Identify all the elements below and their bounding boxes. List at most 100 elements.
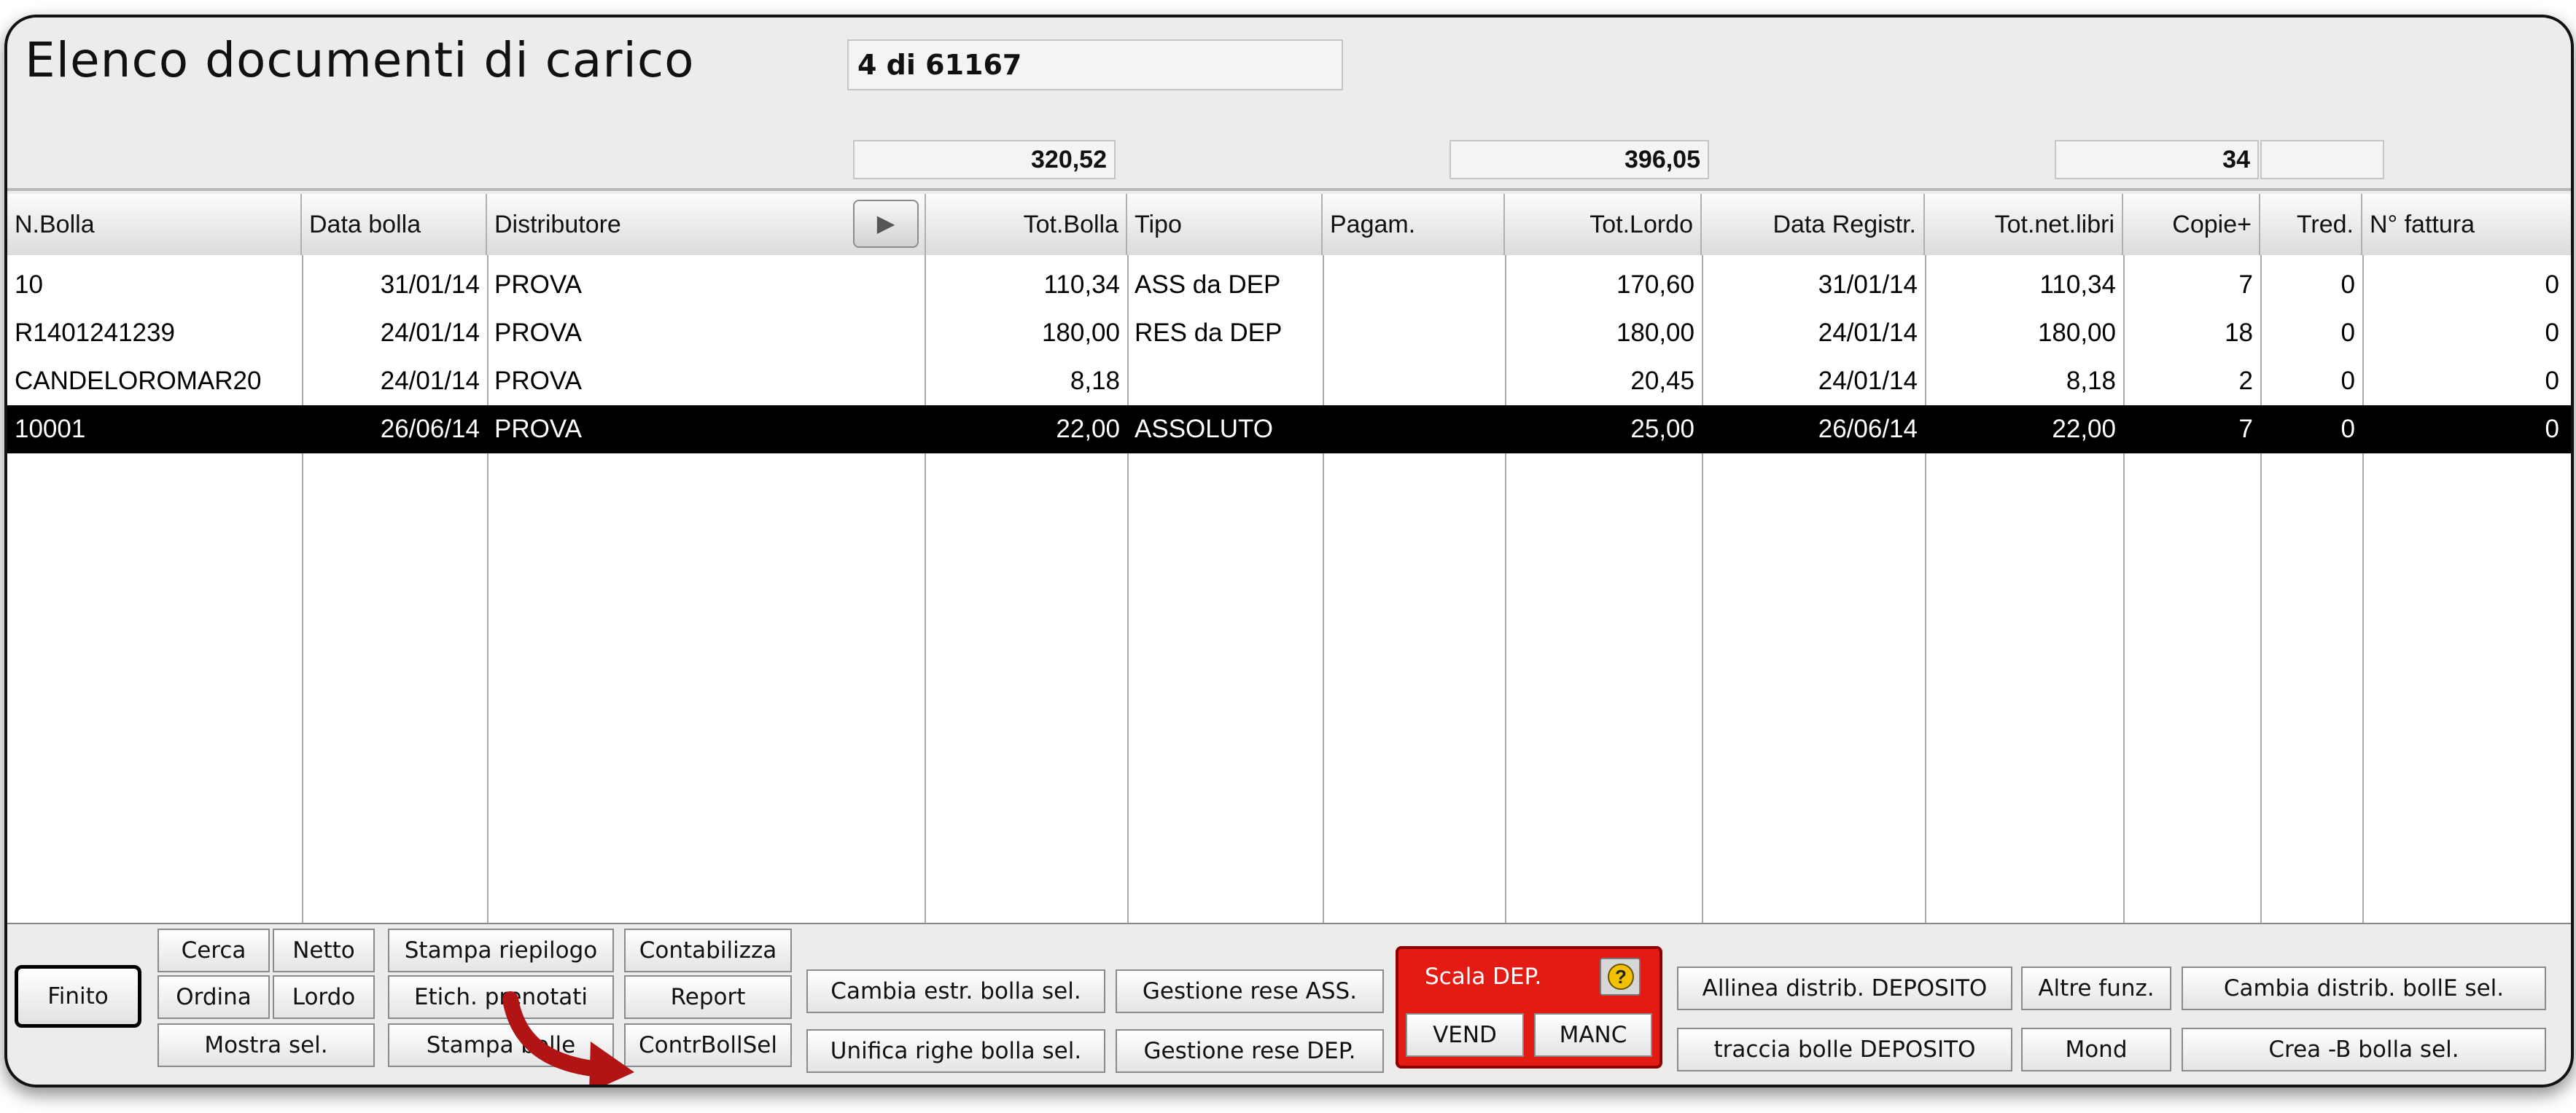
mond-button[interactable]: Mond: [2021, 1028, 2171, 1071]
cell-distributore: PROVA: [494, 270, 582, 299]
red-curved-arrow-icon: [502, 991, 634, 1085]
cell-pagam: [1323, 357, 1505, 405]
mostra-sel-button[interactable]: Mostra sel.: [157, 1023, 375, 1067]
cell-copie: 18: [2225, 319, 2253, 347]
contr-boll-sel-button[interactable]: ContrBollSel: [624, 1023, 792, 1067]
col-tred[interactable]: Tred.: [2260, 194, 2362, 255]
cell-tot-lordo: 170,60: [1616, 270, 1694, 299]
question-mark-icon: ?: [1608, 964, 1634, 990]
cell-copie: 2: [2238, 367, 2253, 395]
contabilizza-button[interactable]: Contabilizza: [624, 929, 792, 972]
col-distributore[interactable]: Distributore: [487, 194, 852, 255]
cell-n-fattura: 0: [2545, 319, 2559, 347]
cambia-distrib-button[interactable]: Cambia distrib. bollE sel.: [2182, 966, 2546, 1010]
col-tipo[interactable]: Tipo: [1127, 194, 1323, 255]
cell-tred: 0: [2340, 319, 2355, 347]
cell-n-fattura: 0: [2545, 415, 2559, 443]
col-tot-net-libri[interactable]: Tot.net.libri: [1925, 194, 2123, 255]
cell-pagam: [1323, 309, 1505, 357]
table-row[interactable]: R1401241239 24/01/14 PROVA 180,00 RES da…: [7, 309, 2571, 357]
cell-tot-bolla: 8,18: [1070, 367, 1120, 395]
netto-button[interactable]: Netto: [273, 929, 375, 972]
col-pagam[interactable]: Pagam.: [1323, 194, 1505, 255]
cell-data-bolla: 31/01/14: [380, 270, 480, 299]
col-copie[interactable]: Copie+: [2123, 194, 2260, 255]
cell-n-bolla: 10: [15, 270, 43, 299]
cell-data-registr: 26/06/14: [1818, 415, 1918, 443]
cell-tot-net-libri: 22,00: [2052, 415, 2116, 443]
cell-data-bolla: 24/01/14: [380, 367, 480, 395]
col-tot-lordo[interactable]: Tot.Lordo: [1505, 194, 1702, 255]
cell-tipo: RES da DEP: [1135, 319, 1283, 347]
cerca-button[interactable]: Cerca: [157, 929, 270, 972]
scala-dep-label: Scala DEP.: [1425, 964, 1542, 990]
stampa-riepilogo-button[interactable]: Stampa riepilogo: [388, 929, 614, 972]
cell-tred: 0: [2340, 270, 2355, 299]
col-tot-bolla[interactable]: Tot.Bolla: [925, 194, 1127, 255]
help-icon[interactable]: ?: [1600, 958, 1641, 996]
total-copie: 34: [2055, 140, 2259, 179]
col-data-bolla[interactable]: Data bolla: [302, 194, 487, 255]
allinea-distrib-button[interactable]: Allinea distrib. DEPOSITO: [1677, 966, 2012, 1010]
crea-b-bolla-button[interactable]: Crea -B bolla sel.: [2182, 1028, 2546, 1071]
finito-button[interactable]: Finito: [15, 965, 141, 1028]
cambia-estr-bolla-button[interactable]: Cambia estr. bolla sel.: [806, 969, 1105, 1013]
gestione-rese-dep-button[interactable]: Gestione rese DEP.: [1116, 1029, 1384, 1073]
lordo-button[interactable]: Lordo: [273, 975, 375, 1019]
cell-n-bolla: 10001: [15, 415, 86, 443]
cell-distributore: PROVA: [494, 367, 582, 395]
cell-pagam: [1323, 405, 1505, 453]
cell-copie: 7: [2238, 270, 2253, 299]
altre-funz-button[interactable]: Altre funz.: [2021, 966, 2171, 1010]
table-row[interactable]: CANDELOROMAR20 24/01/14 PROVA 8,18 20,45…: [7, 357, 2571, 405]
record-counter: 4 di 61167: [847, 39, 1343, 90]
cell-tot-bolla: 22,00: [1056, 415, 1120, 443]
cell-n-bolla: R1401241239: [15, 319, 175, 347]
divider: [7, 188, 2571, 191]
window: Elenco documenti di carico 4 di 61167 32…: [4, 15, 2574, 1087]
cell-tot-net-libri: 110,34: [2039, 270, 2116, 299]
cell-tipo: [1127, 357, 1323, 405]
unifica-righe-button[interactable]: Unifica righe bolla sel.: [806, 1029, 1105, 1073]
cell-tot-net-libri: 8,18: [2066, 367, 2116, 395]
table-body: 10 31/01/14 PROVA 110,34 ASS da DEP 170,…: [7, 255, 2571, 924]
total-tot-bolla: 320,52: [853, 140, 1116, 179]
cell-data-registr: 31/01/14: [1818, 270, 1918, 299]
gestione-rese-ass-button[interactable]: Gestione rese ASS.: [1116, 969, 1384, 1013]
cell-tot-lordo: 180,00: [1616, 319, 1694, 347]
cell-tot-lordo: 25,00: [1630, 415, 1694, 443]
cell-tot-bolla: 110,34: [1043, 270, 1120, 299]
cell-tot-net-libri: 180,00: [2037, 319, 2116, 347]
play-arrow-icon[interactable]: ▶: [853, 200, 919, 248]
traccia-bolle-button[interactable]: traccia bolle DEPOSITO: [1677, 1028, 2012, 1071]
col-n-fattura[interactable]: N° fattura: [2362, 194, 2571, 255]
table-row[interactable]: 10 31/01/14 PROVA 110,34 ASS da DEP 170,…: [7, 261, 2571, 309]
page-title: Elenco documenti di carico: [25, 32, 695, 88]
cell-pagam: [1323, 261, 1505, 309]
cell-tipo: ASS da DEP: [1135, 270, 1281, 299]
cell-data-bolla: 26/06/14: [380, 415, 480, 443]
cell-copie: 7: [2238, 415, 2253, 443]
cell-n-bolla: CANDELOROMAR20: [15, 367, 262, 395]
cell-data-registr: 24/01/14: [1818, 367, 1918, 395]
col-n-bolla[interactable]: N.Bolla: [7, 194, 302, 255]
cell-n-fattura: 0: [2545, 367, 2559, 395]
ordina-button[interactable]: Ordina: [157, 975, 270, 1019]
table-header: N.Bolla Data bolla Distributore ▶ Tot.Bo…: [7, 194, 2571, 257]
col-data-registr[interactable]: Data Registr.: [1702, 194, 1925, 255]
report-button[interactable]: Report: [624, 975, 792, 1019]
cell-data-bolla: 24/01/14: [380, 319, 480, 347]
total-tot-lordo: 396,05: [1450, 140, 1709, 179]
manc-button[interactable]: MANC: [1534, 1013, 1652, 1057]
cell-tred: 0: [2340, 415, 2355, 443]
cell-distributore: PROVA: [494, 319, 582, 347]
scala-dep-panel: Scala DEP. ? VEND MANC: [1396, 946, 1662, 1069]
cell-n-fattura: 0: [2545, 270, 2559, 299]
cell-tred: 0: [2340, 367, 2355, 395]
vend-button[interactable]: VEND: [1406, 1013, 1524, 1057]
cell-data-registr: 24/01/14: [1818, 319, 1918, 347]
cell-tot-lordo: 20,45: [1630, 367, 1694, 395]
total-extra: [2260, 140, 2384, 179]
table-row-selected[interactable]: 10001 26/06/14 PROVA 22,00 ASSOLUTO 25,0…: [7, 405, 2571, 453]
cell-tot-bolla: 180,00: [1041, 319, 1120, 347]
